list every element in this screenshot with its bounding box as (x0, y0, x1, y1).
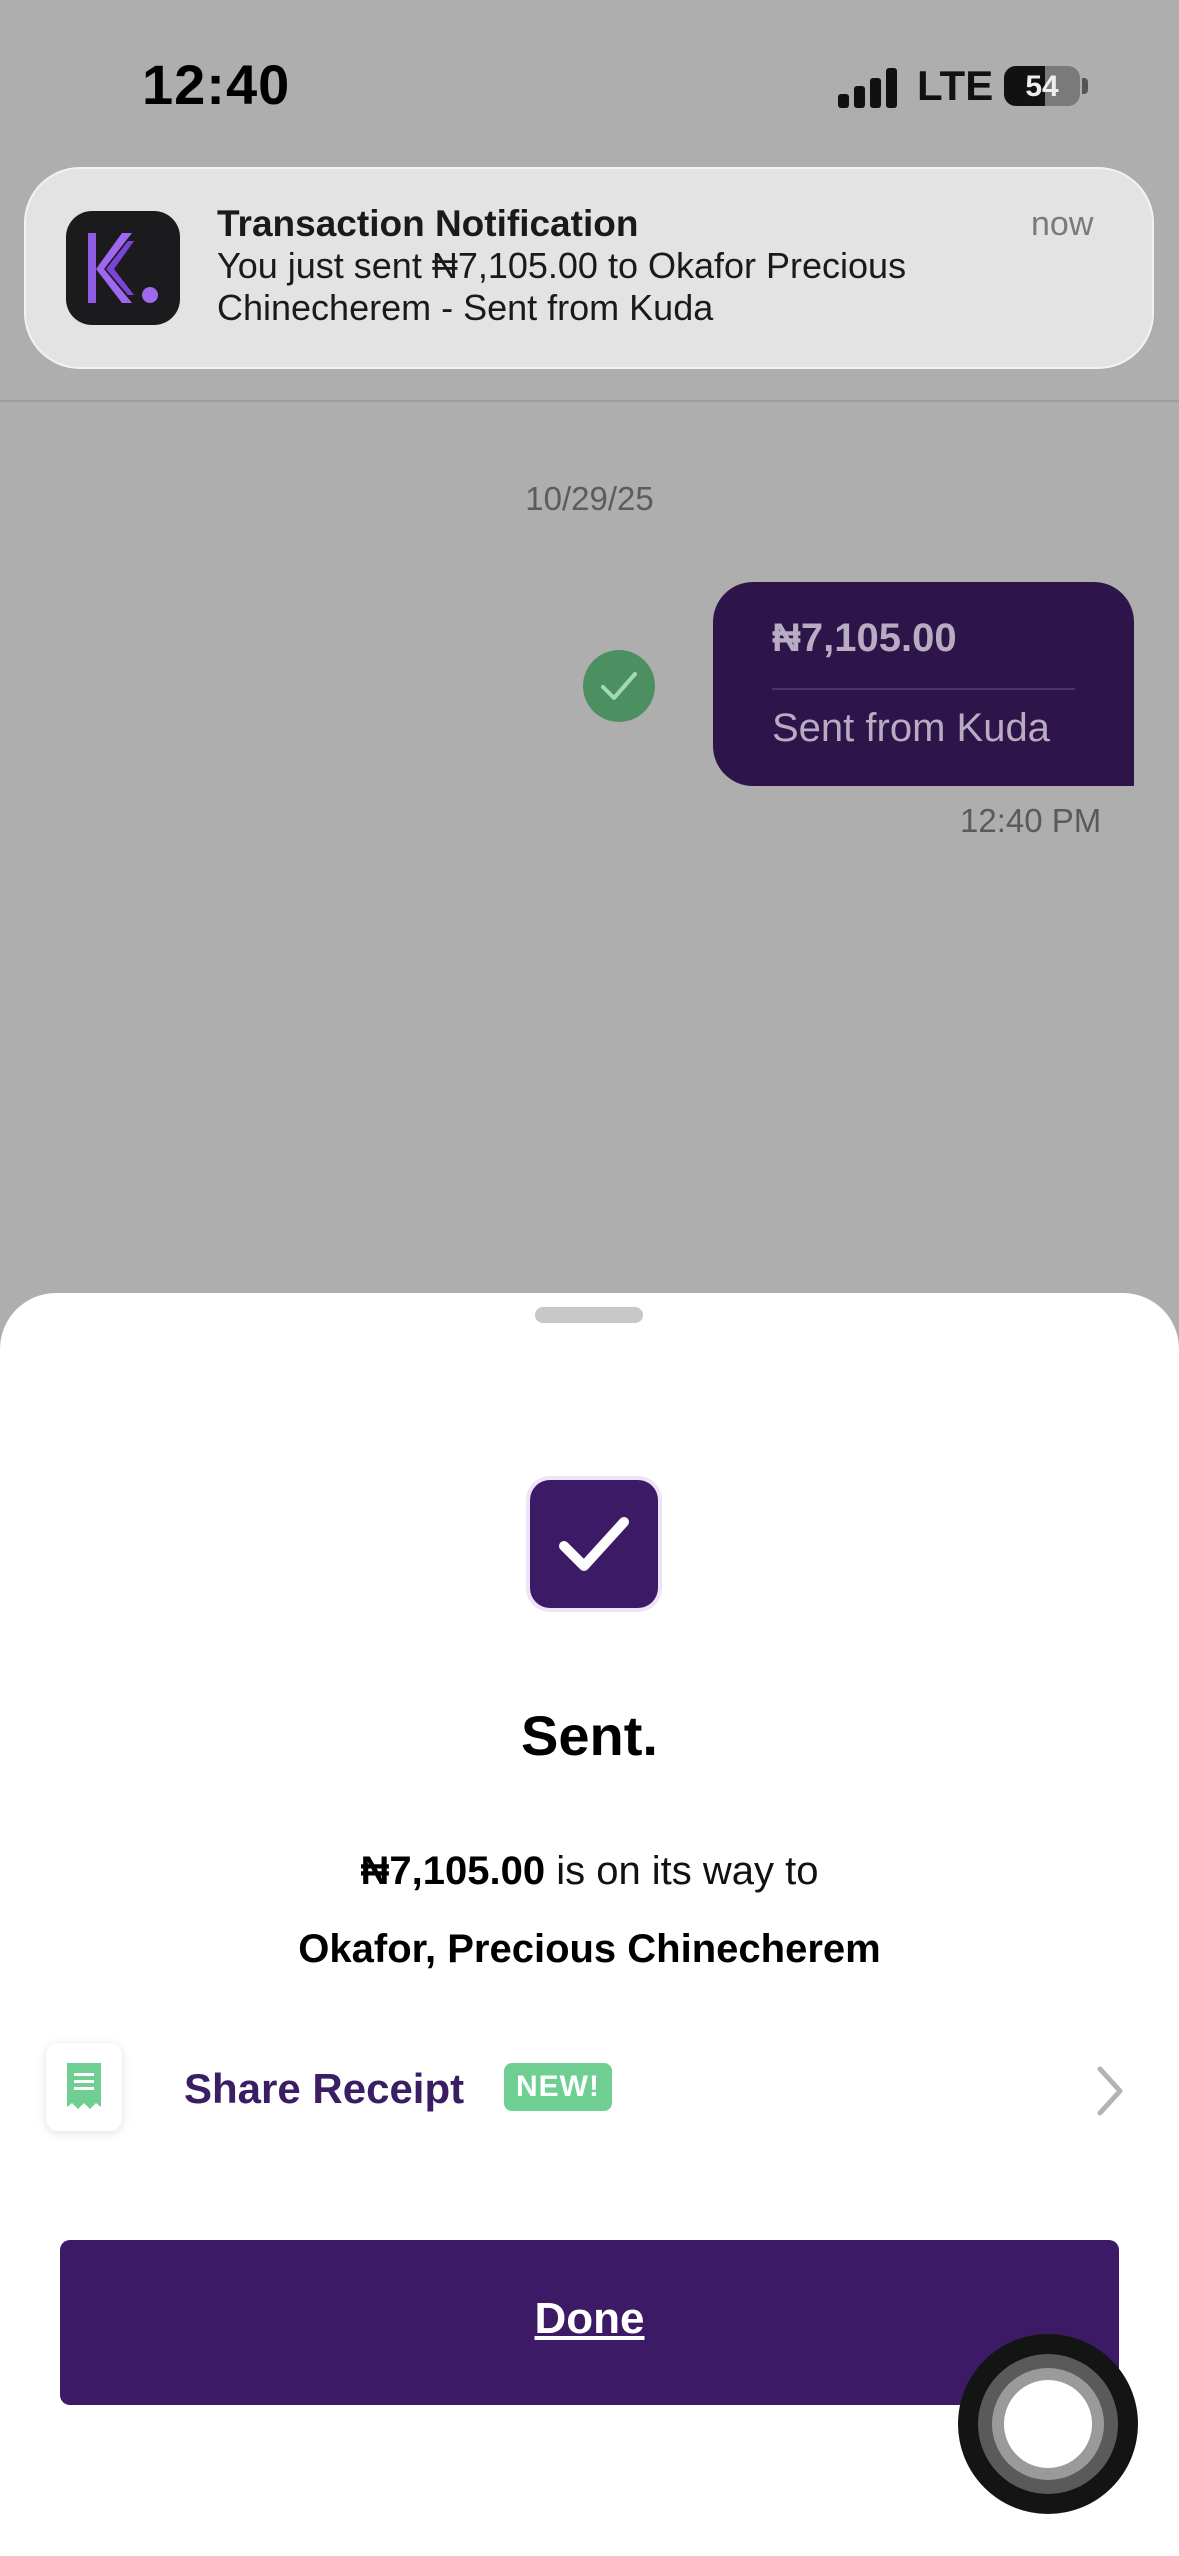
message-bubble[interactable]: ₦7,105.00 Sent from Kuda (713, 582, 1134, 786)
sent-amount: ₦7,105.00 (360, 1849, 546, 1893)
header-divider (0, 400, 1179, 402)
success-title: Sent. (521, 1704, 658, 1767)
status-time: 12:40 (142, 53, 291, 116)
delivered-check-icon (583, 650, 655, 722)
status-bar: 12:40 LTE 54 (0, 0, 1179, 160)
recipient-name: Okafor, Precious Chinecherem (298, 1927, 881, 1971)
notification-banner[interactable]: Transaction Notification You just sent ₦… (24, 167, 1154, 369)
chat-date: 10/29/25 (525, 480, 654, 517)
amount-line: ₦7,105.00 is on its way to (0, 1849, 1179, 1894)
receipt-icon (46, 2043, 122, 2131)
new-badge: NEW! (504, 2063, 612, 2111)
assistive-touch-core (1004, 2380, 1092, 2468)
bubble-amount: ₦7,105.00 (772, 616, 957, 660)
success-check-icon (530, 1480, 658, 1608)
message-timestamp: 12:40 PM (960, 802, 1102, 839)
bubble-note: Sent from Kuda (772, 706, 1050, 750)
notification-body: You just sent ₦7,105.00 to Okafor Precio… (217, 245, 907, 328)
share-receipt-label: Share Receipt (184, 2065, 465, 2112)
done-button[interactable]: Done (60, 2240, 1119, 2405)
battery-tip (1082, 78, 1088, 94)
kuda-app-icon (66, 211, 180, 325)
network-type: LTE (917, 62, 994, 109)
battery-icon: 54 (1004, 66, 1080, 106)
done-button-label: Done (534, 2294, 645, 2343)
bubble-divider (772, 688, 1075, 690)
cellular-signal-icon (838, 66, 900, 108)
amount-suffix: is on its way to (545, 1849, 819, 1893)
sheet-grabber[interactable] (535, 1307, 643, 1323)
assistive-touch-button[interactable] (958, 2334, 1138, 2514)
share-receipt-row[interactable]: Share Receipt NEW! (0, 2023, 1179, 2163)
notification-time: now (1031, 205, 1094, 243)
chevron-right-icon (1097, 2066, 1123, 2116)
notification-title: Transaction Notification (217, 203, 639, 244)
battery-percent: 54 (1025, 70, 1059, 103)
